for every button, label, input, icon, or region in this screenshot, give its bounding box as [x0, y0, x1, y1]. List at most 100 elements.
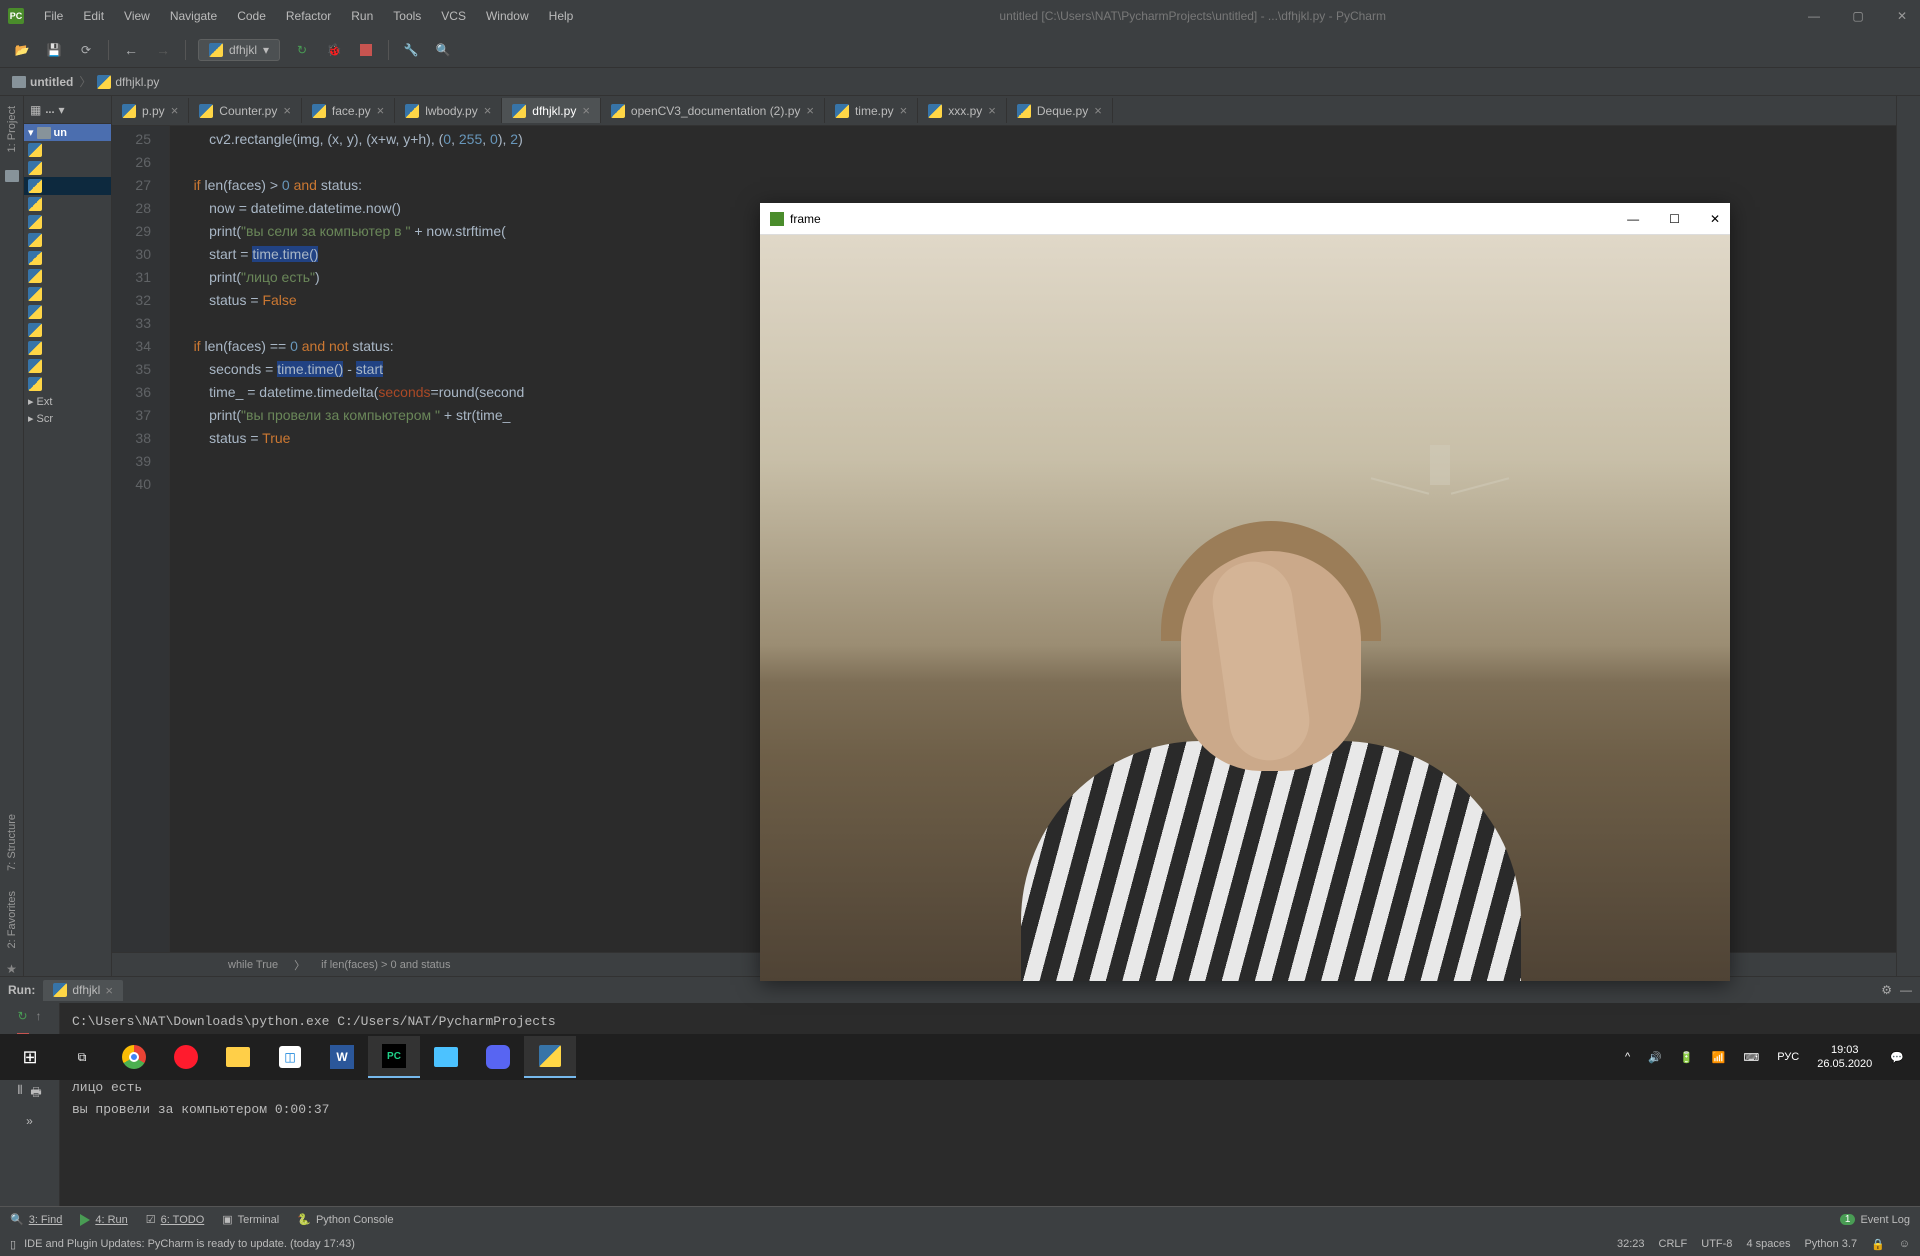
run-again-icon[interactable]: ↻ [292, 40, 312, 60]
crumb-file[interactable]: dfhjkl.py [97, 75, 159, 89]
bottom-find[interactable]: 🔍 3: Find [10, 1213, 62, 1226]
minimize-button[interactable]: — [1627, 212, 1639, 226]
editor-tab[interactable]: openCV3_documentation (2).py× [601, 98, 825, 123]
task-view-button[interactable]: ⧉ [56, 1036, 108, 1078]
volume-icon[interactable]: 🔊 [1648, 1051, 1662, 1064]
line-number[interactable]: 37 [112, 404, 151, 427]
line-number[interactable]: 29 [112, 220, 151, 243]
back-button[interactable]: ← [121, 40, 141, 60]
wrench-icon[interactable]: 🔧 [401, 40, 421, 60]
rail-project[interactable]: 1: Project [6, 100, 18, 158]
menu-vcs[interactable]: VCS [433, 5, 474, 27]
tree-file[interactable] [24, 321, 111, 339]
line-number[interactable]: 34 [112, 335, 151, 358]
line-number[interactable]: 35 [112, 358, 151, 381]
editor-tab[interactable]: Deque.py× [1007, 98, 1113, 123]
maximize-button[interactable]: ☐ [1669, 212, 1680, 226]
open-icon[interactable]: 📂 [12, 40, 32, 60]
discord-icon[interactable] [472, 1036, 524, 1078]
search-icon[interactable]: 🔍 [433, 40, 453, 60]
run-config-dropdown[interactable]: dfhjkl ▾ [198, 39, 280, 61]
tree-file[interactable] [24, 213, 111, 231]
line-number[interactable]: 28 [112, 197, 151, 220]
code-crumb[interactable]: while True [228, 959, 278, 971]
line-number[interactable]: 27 [112, 174, 151, 197]
encoding[interactable]: UTF-8 [1701, 1238, 1732, 1250]
line-number[interactable]: 38 [112, 427, 151, 450]
editor-tab[interactable]: Counter.py× [189, 98, 302, 123]
opera-icon[interactable] [160, 1036, 212, 1078]
frame-titlebar[interactable]: frame — ☐ ✕ [760, 203, 1730, 235]
tree-external[interactable]: ▸ Ext [24, 393, 111, 410]
project-tool-icon[interactable]: ▦ [30, 103, 41, 117]
tree-file[interactable] [24, 177, 111, 195]
tree-file[interactable] [24, 357, 111, 375]
bottom-python-console[interactable]: 🐍 Python Console [297, 1213, 393, 1226]
bottom-terminal[interactable]: ▣ Terminal [222, 1213, 279, 1226]
print-icon[interactable]: 🖶 [30, 1083, 41, 1104]
tree-file[interactable] [24, 159, 111, 177]
battery-icon[interactable]: 🔋 [1680, 1051, 1694, 1064]
clock[interactable]: 19:03 26.05.2020 [1817, 1043, 1872, 1071]
status-indicator-icon[interactable]: ▯ [10, 1238, 16, 1251]
word-icon[interactable]: W [316, 1036, 368, 1078]
chevron-down-icon[interactable]: ▾ [59, 103, 65, 117]
start-button[interactable]: ⊞ [4, 1036, 56, 1078]
line-number[interactable]: 32 [112, 289, 151, 312]
close-icon[interactable]: × [484, 103, 492, 118]
hector-icon[interactable]: ☺ [1899, 1238, 1910, 1250]
stop-button[interactable] [356, 40, 376, 60]
line-number[interactable]: 36 [112, 381, 151, 404]
close-icon[interactable]: × [988, 103, 996, 118]
notifications-icon[interactable]: 💬 [1890, 1051, 1904, 1064]
editor-tab[interactable]: xxx.py× [918, 98, 1007, 123]
tree-root[interactable]: ▾ un [24, 124, 111, 141]
photos-icon[interactable] [420, 1036, 472, 1078]
bottom-event-log[interactable]: 1 Event Log [1840, 1214, 1910, 1226]
minimize-button[interactable]: — [1804, 6, 1824, 26]
editor-tab[interactable]: p.py× [112, 98, 189, 123]
code-crumb[interactable]: if len(faces) > 0 and status [321, 959, 450, 971]
language-indicator[interactable]: РУС [1777, 1051, 1799, 1063]
layout-icon[interactable]: ⫴ [17, 1083, 22, 1104]
tree-file[interactable] [24, 141, 111, 159]
editor-tab[interactable]: dfhjkl.py× [502, 98, 601, 123]
close-icon[interactable]: × [105, 983, 113, 998]
tree-file[interactable] [24, 195, 111, 213]
folder-icon[interactable] [5, 170, 19, 182]
debug-icon[interactable]: 🐞 [324, 40, 344, 60]
close-button[interactable]: ✕ [1710, 212, 1720, 226]
code-line[interactable]: if len(faces) > 0 and status: [178, 174, 1896, 197]
explorer-icon[interactable] [212, 1036, 264, 1078]
up-icon[interactable]: ↑ [36, 1009, 42, 1023]
tray-chevron-up-icon[interactable]: ^ [1625, 1051, 1630, 1063]
menu-view[interactable]: View [116, 5, 158, 27]
tree-file[interactable] [24, 303, 111, 321]
minimize-icon[interactable]: — [1900, 983, 1912, 997]
tree-file[interactable] [24, 339, 111, 357]
close-icon[interactable]: × [377, 103, 385, 118]
close-icon[interactable]: × [283, 103, 291, 118]
tree-scratches[interactable]: ▸ Scr [24, 410, 111, 427]
interpreter[interactable]: Python 3.7 [1804, 1238, 1857, 1250]
line-ending[interactable]: CRLF [1659, 1238, 1688, 1250]
menu-edit[interactable]: Edit [75, 5, 112, 27]
refresh-icon[interactable]: ⟳ [76, 40, 96, 60]
close-icon[interactable]: × [806, 103, 814, 118]
editor-tab[interactable]: face.py× [302, 98, 395, 123]
close-icon[interactable]: × [171, 103, 179, 118]
menu-tools[interactable]: Tools [385, 5, 429, 27]
close-icon[interactable]: × [1094, 103, 1102, 118]
maximize-button[interactable]: ▢ [1848, 6, 1868, 26]
line-number[interactable]: 33 [112, 312, 151, 335]
crumb-root[interactable]: untitled [12, 75, 73, 89]
more-icon[interactable]: » [26, 1114, 33, 1128]
tree-file[interactable] [24, 375, 111, 393]
python-task-icon[interactable] [524, 1036, 576, 1078]
save-icon[interactable]: 💾 [44, 40, 64, 60]
rail-favorites[interactable]: 2: Favorites [6, 885, 18, 954]
tree-file[interactable] [24, 285, 111, 303]
menu-run[interactable]: Run [343, 5, 381, 27]
tree-file[interactable] [24, 231, 111, 249]
menu-refactor[interactable]: Refactor [278, 5, 339, 27]
